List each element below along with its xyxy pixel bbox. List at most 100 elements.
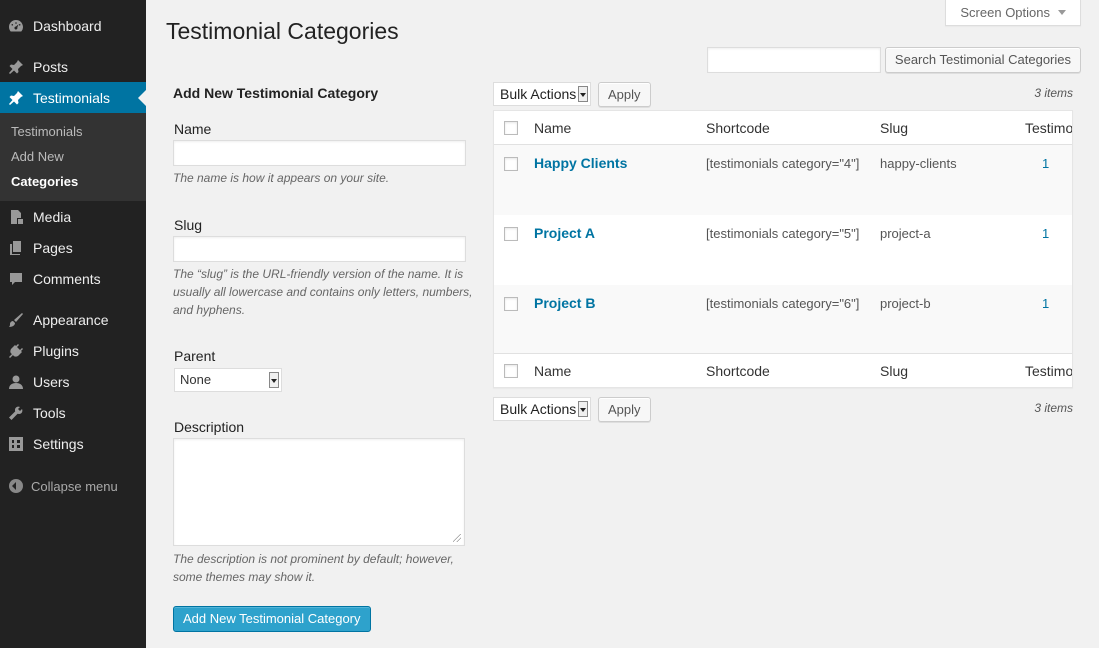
category-shortcode: [testimonials category="6"] — [706, 296, 860, 311]
plug-icon — [8, 343, 24, 359]
user-icon — [8, 374, 24, 390]
select-arrow-icon — [578, 86, 588, 102]
bulk-actions-select-bottom[interactable]: Bulk Actions — [493, 397, 591, 421]
collapse-menu-button[interactable]: Collapse menu — [0, 469, 146, 503]
form-heading: Add New Testimonial Category — [173, 85, 379, 101]
column-testimonials[interactable]: Testimo — [1025, 120, 1072, 136]
slug-label: Slug — [174, 217, 203, 233]
table-header: Name Shortcode Slug Testimo — [494, 111, 1072, 145]
category-name-link[interactable]: Happy Clients — [534, 155, 627, 171]
row-checkbox[interactable] — [504, 227, 518, 241]
resize-grip-icon[interactable] — [453, 534, 461, 542]
testimonials-submenu: Testimonials Add New Categories — [0, 113, 146, 201]
screen-options-label: Screen Options — [960, 5, 1050, 20]
category-name-link[interactable]: Project B — [534, 295, 595, 311]
sidebar-item-label: Settings — [33, 435, 84, 452]
sidebar-item-testimonials[interactable]: Testimonials — [0, 82, 146, 113]
bulk-actions-label: Bulk Actions — [500, 401, 577, 417]
collapse-menu-label: Collapse menu — [31, 478, 118, 494]
screen-options-button[interactable]: Screen Options — [945, 0, 1081, 26]
bulk-actions-select-top[interactable]: Bulk Actions — [493, 82, 591, 106]
sidebar-item-label: Posts — [33, 58, 69, 75]
column-slug[interactable]: Slug — [880, 363, 908, 379]
column-name[interactable]: Name — [534, 120, 571, 136]
bulk-actions-label: Bulk Actions — [500, 86, 577, 102]
select-arrow-icon — [269, 372, 279, 388]
category-count-link[interactable]: 1 — [1042, 156, 1049, 171]
sidebar-item-appearance[interactable]: Appearance — [0, 304, 146, 335]
name-help: The name is how it appears on your site. — [173, 171, 390, 185]
sidebar-item-dashboard[interactable]: Dashboard — [0, 10, 146, 41]
parent-select[interactable]: None — [174, 368, 282, 392]
item-count-top: 3 items — [1034, 86, 1073, 100]
submenu-item-categories[interactable]: Categories — [0, 169, 146, 194]
column-shortcode: Shortcode — [706, 120, 770, 136]
select-all-checkbox[interactable] — [504, 121, 518, 135]
column-slug[interactable]: Slug — [880, 120, 908, 136]
category-name-link[interactable]: Project A — [534, 225, 595, 241]
wrench-icon — [8, 405, 24, 421]
sidebar-item-label: Plugins — [33, 342, 79, 359]
column-name[interactable]: Name — [534, 363, 571, 379]
category-slug: happy-clients — [880, 156, 957, 171]
category-count-link[interactable]: 1 — [1042, 226, 1049, 241]
row-checkbox[interactable] — [504, 157, 518, 171]
dashboard-icon — [8, 18, 24, 34]
sidebar-separator — [0, 459, 146, 469]
search-input[interactable] — [706, 47, 881, 73]
table-row: Happy Clients [testimonials category="4"… — [494, 145, 1072, 215]
category-slug: project-a — [880, 226, 931, 241]
select-arrow-icon — [578, 401, 588, 417]
select-all-checkbox[interactable] — [504, 364, 518, 378]
sidebar-item-tools[interactable]: Tools — [0, 397, 146, 428]
admin-sidebar: Dashboard Posts Testimonials Testimonial… — [0, 0, 146, 648]
media-icon — [8, 209, 24, 225]
sidebar-item-posts[interactable]: Posts — [0, 51, 146, 82]
description-help: The description is not prominent by defa… — [173, 552, 454, 584]
collapse-arrow-icon — [9, 479, 23, 493]
pages-icon — [8, 240, 24, 256]
submenu-item-add-new[interactable]: Add New — [0, 144, 146, 169]
apply-button-bottom[interactable]: Apply — [598, 397, 651, 422]
category-count-link[interactable]: 1 — [1042, 296, 1049, 311]
brush-icon — [8, 312, 24, 328]
sidebar-item-media[interactable]: Media — [0, 201, 146, 232]
caret-down-icon — [1058, 10, 1066, 15]
name-label: Name — [174, 121, 212, 137]
sidebar-item-label: Testimonials — [33, 89, 111, 106]
submenu-item-testimonials[interactable]: Testimonials — [0, 119, 146, 144]
sidebar-item-comments[interactable]: Comments — [0, 263, 146, 294]
sidebar-item-label: Media — [33, 208, 72, 225]
main-content: Screen Options Testimonial Categories Se… — [146, 0, 1099, 648]
table-row: Project A [testimonials category="5"] pr… — [494, 215, 1072, 285]
search-box: Search Testimonial Categories — [706, 47, 1081, 73]
column-shortcode: Shortcode — [706, 363, 770, 379]
sidebar-separator — [0, 294, 146, 304]
search-button[interactable]: Search Testimonial Categories — [884, 47, 1081, 73]
categories-table: Name Shortcode Slug Testimo Happy Client… — [493, 110, 1073, 388]
column-testimonials[interactable]: Testimo — [1025, 363, 1072, 379]
add-category-button[interactable]: Add New Testimonial Category — [173, 606, 371, 632]
item-count-bottom: 3 items — [1034, 401, 1073, 415]
name-input[interactable] — [173, 140, 466, 166]
settings-icon — [8, 436, 24, 452]
slug-input[interactable] — [173, 236, 466, 262]
sidebar-item-label: Dashboard — [33, 17, 102, 34]
sidebar-item-plugins[interactable]: Plugins — [0, 335, 146, 366]
sidebar-item-users[interactable]: Users — [0, 366, 146, 397]
sidebar-item-settings[interactable]: Settings — [0, 428, 146, 459]
table-row: Project B [testimonials category="6"] pr… — [494, 285, 1072, 355]
category-shortcode: [testimonials category="4"] — [706, 156, 860, 171]
sidebar-item-label: Appearance — [33, 311, 109, 328]
description-label: Description — [174, 419, 245, 435]
category-slug: project-b — [880, 296, 931, 311]
sidebar-item-label: Users — [33, 373, 70, 390]
row-checkbox[interactable] — [504, 297, 518, 311]
sidebar-item-pages[interactable]: Pages — [0, 232, 146, 263]
add-category-form: Add New Testimonial Category Name The na… — [173, 80, 473, 632]
parent-label: Parent — [174, 348, 216, 364]
table-footer: Name Shortcode Slug Testimo — [494, 353, 1072, 387]
description-textarea[interactable] — [173, 438, 465, 546]
sidebar-item-label: Comments — [33, 270, 101, 287]
apply-button-top[interactable]: Apply — [598, 82, 651, 107]
